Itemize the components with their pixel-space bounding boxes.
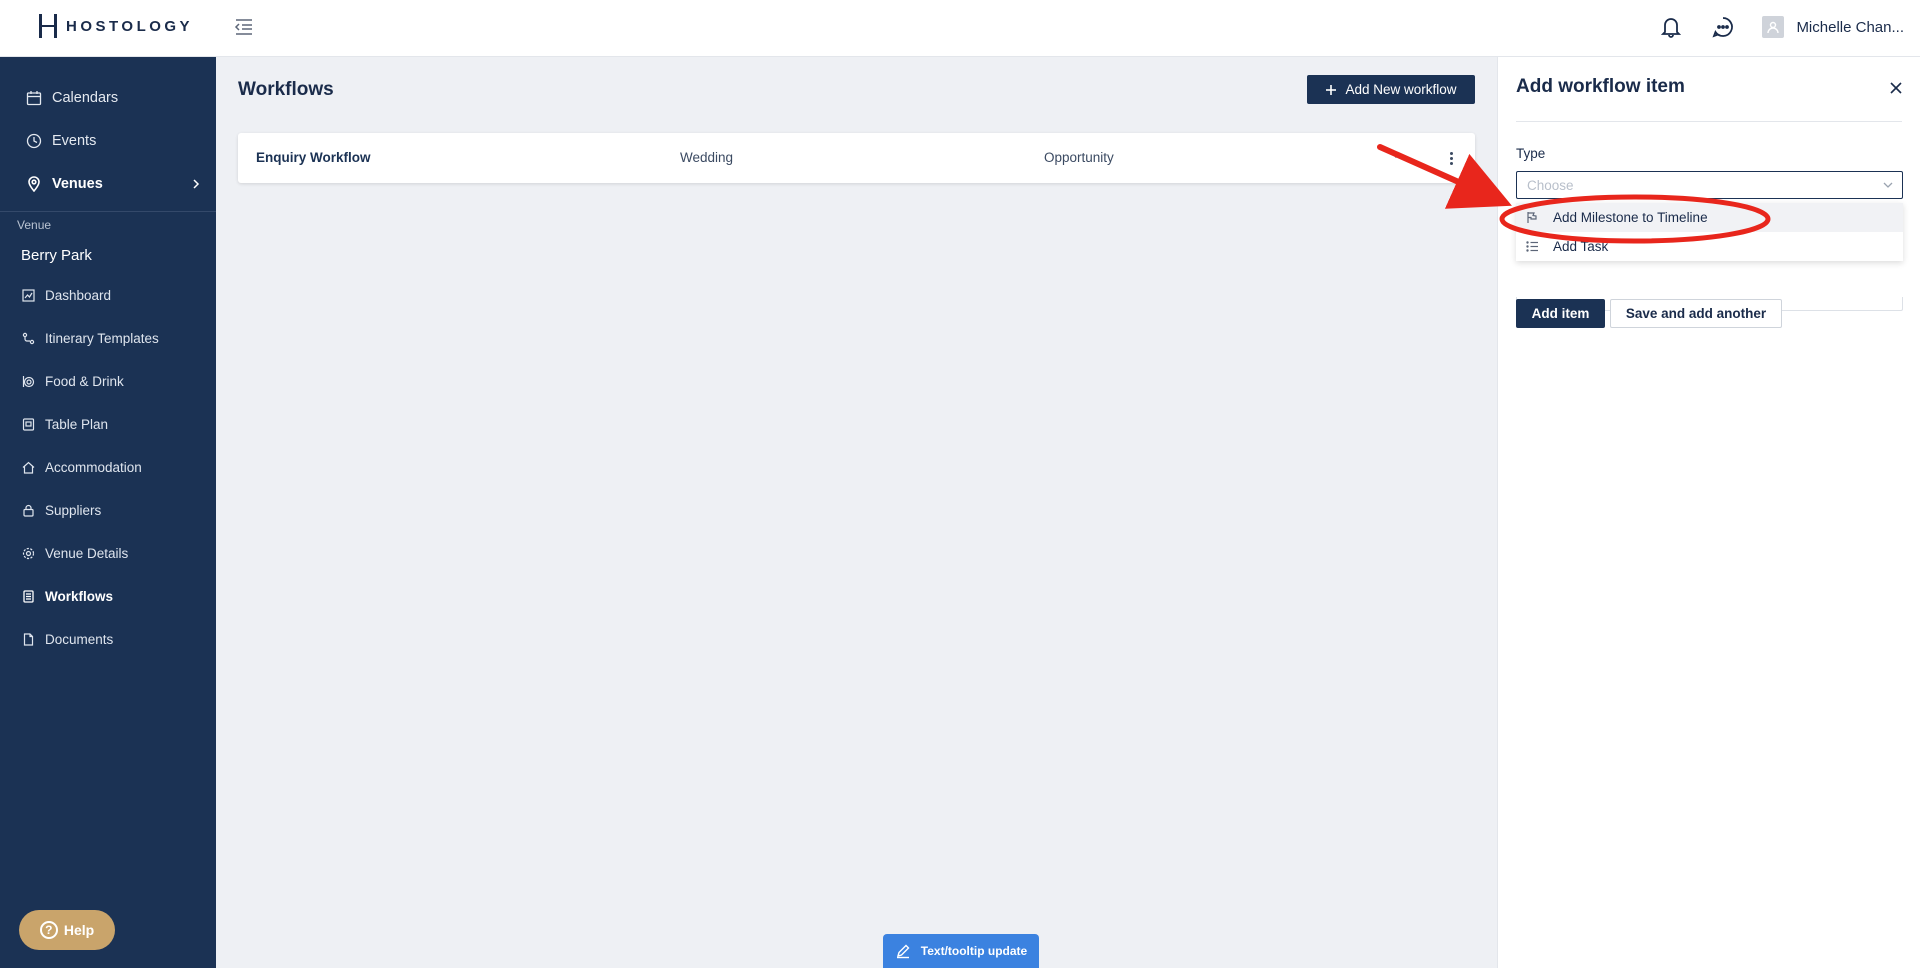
close-icon[interactable]: [1887, 79, 1905, 97]
sidebar-item-label: Table Plan: [45, 417, 109, 432]
sidebar-item-table-plan[interactable]: Table Plan: [0, 403, 216, 446]
add-item-button[interactable]: Add item: [1516, 299, 1605, 328]
document-icon: [23, 633, 34, 646]
sidebar-item-suppliers[interactable]: Suppliers: [0, 489, 216, 532]
sidebar-item-workflows[interactable]: Workflows: [0, 575, 216, 618]
chevron-down-icon: [1883, 182, 1893, 188]
option-label: Add Task: [1553, 239, 1609, 254]
chevron-down-icon[interactable]: [1390, 150, 1402, 160]
plus-icon: [1326, 84, 1337, 95]
workflow-name: Enquiry Workflow: [256, 150, 371, 165]
sidebar-item-events[interactable]: Events: [0, 119, 216, 162]
text-tooltip-update-button[interactable]: Text/tooltip update: [883, 934, 1039, 968]
hostology-logo[interactable]: HOSTOLOGY: [38, 14, 193, 38]
panel-divider: [1516, 121, 1902, 122]
food-icon: [22, 376, 35, 388]
sidebar-item-label: Venue Details: [45, 546, 129, 561]
page-title: Workflows: [238, 79, 334, 100]
home-icon: [22, 461, 35, 474]
sidebar-item-food-drink[interactable]: Food & Drink: [0, 360, 216, 403]
gear-icon: [22, 547, 35, 560]
sidebar-item-documents[interactable]: Documents: [0, 618, 216, 661]
flag-icon: [1527, 212, 1537, 223]
workflow-stage: Opportunity: [1044, 150, 1114, 165]
lock-icon: [23, 504, 34, 517]
type-select[interactable]: Choose: [1516, 171, 1903, 199]
sidebar-item-label: Venues: [52, 175, 103, 192]
sidebar-item-label: Calendars: [52, 89, 119, 106]
type-label: Type: [1516, 146, 1546, 161]
sidebar-item-label: Events: [52, 132, 97, 149]
workflow-type: Wedding: [680, 150, 734, 165]
sidebar-item-label: Dashboard: [45, 288, 112, 303]
route-icon: [22, 332, 35, 345]
type-dropdown: Add Milestone to Timeline Add Task: [1516, 203, 1903, 261]
sidebar-item-label: Food & Drink: [45, 374, 124, 389]
list-icon: [1526, 241, 1538, 252]
workflow-icon: [23, 590, 34, 603]
logo-text: HOSTOLOGY: [66, 17, 194, 35]
bell-icon[interactable]: [1658, 12, 1684, 42]
collapse-sidebar-icon[interactable]: [233, 16, 255, 38]
logo-mark-icon: [38, 14, 58, 38]
clock-icon: [26, 133, 42, 148]
pencil-icon: [896, 944, 910, 959]
sidebar: Calendars Events Venues Venue Berry Park…: [0, 57, 216, 968]
option-add-task[interactable]: Add Task: [1516, 232, 1903, 261]
sidebar-item-dashboard[interactable]: Dashboard: [0, 274, 216, 317]
save-and-add-another-button[interactable]: Save and add another: [1610, 299, 1782, 328]
header-actions: Michelle Chan...: [1658, 12, 1904, 42]
sidebar-item-venue-details[interactable]: Venue Details: [0, 532, 216, 575]
question-icon: ?: [39, 921, 58, 939]
add-workflow-item-panel: Add workflow item Type Choose Add Milest…: [1497, 57, 1920, 968]
sidebar-item-label: Suppliers: [45, 503, 102, 518]
sidebar-item-venues[interactable]: Venues: [0, 162, 216, 205]
help-label: Help: [63, 922, 95, 938]
main-content: Workflows Add New workflow Enquiry Workf…: [216, 57, 1497, 968]
sidebar-item-label: Workflows: [45, 589, 114, 604]
user-name: Michelle Chan...: [1796, 18, 1904, 36]
avatar: [1762, 16, 1785, 38]
calendar-icon: [26, 90, 42, 105]
venue-name[interactable]: Berry Park: [0, 236, 216, 274]
chat-icon[interactable]: [1710, 12, 1736, 42]
table-plan-icon: [22, 418, 35, 431]
panel-title: Add workflow item: [1516, 76, 1685, 97]
option-add-milestone[interactable]: Add Milestone to Timeline: [1516, 203, 1903, 232]
venue-label: Venue: [17, 218, 52, 232]
add-new-workflow-label: Add New workflow: [1345, 82, 1457, 97]
sidebar-item-label: Itinerary Templates: [45, 331, 159, 346]
sidebar-item-label: Accommodation: [45, 460, 142, 475]
add-new-workflow-button[interactable]: Add New workflow: [1307, 75, 1475, 104]
option-label: Add Milestone to Timeline: [1553, 210, 1708, 225]
user-menu[interactable]: Michelle Chan...: [1762, 16, 1904, 38]
top-bar: HOSTOLOGY Michelle Chan...: [0, 0, 1920, 57]
help-button[interactable]: ? Help: [19, 910, 115, 950]
sidebar-item-itinerary-templates[interactable]: Itinerary Templates: [0, 317, 216, 360]
map-pin-icon: [28, 175, 40, 192]
workflow-row[interactable]: Enquiry Workflow Wedding Opportunity: [238, 133, 1475, 183]
sidebar-item-accommodation[interactable]: Accommodation: [0, 446, 216, 489]
type-select-placeholder: Choose: [1527, 178, 1574, 193]
more-options-icon[interactable]: [1444, 149, 1458, 167]
sidebar-item-calendars[interactable]: Calendars: [0, 76, 216, 119]
tooltip-button-label: Text/tooltip update: [920, 944, 1028, 958]
chart-icon: [22, 289, 35, 302]
sidebar-item-label: Documents: [45, 632, 114, 647]
chevron-right-icon: [193, 178, 200, 189]
